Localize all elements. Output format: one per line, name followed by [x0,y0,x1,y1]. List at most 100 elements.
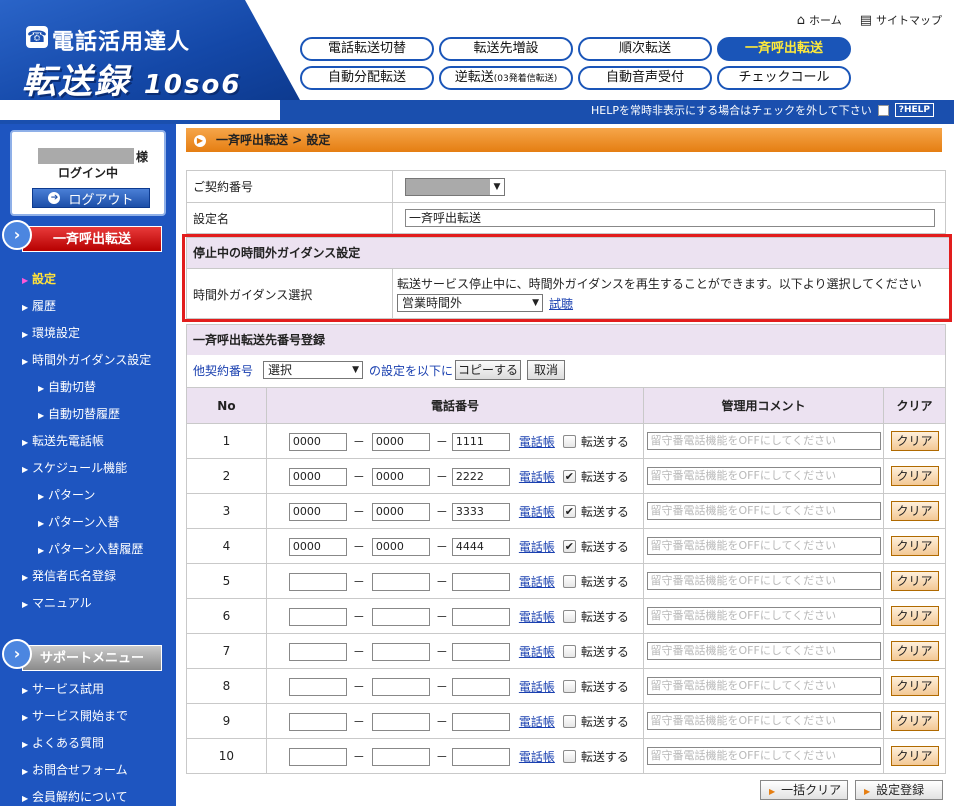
transfer-checkbox[interactable] [562,715,576,728]
sidebar-item[interactable]: ▶ サービス開始まで [22,703,176,730]
save-settings-button[interactable]: ▶ 設定登録 [855,780,943,800]
sidebar-item[interactable]: ▶ 環境設定 [22,320,176,347]
phone-part3-input[interactable] [451,748,510,766]
clear-row-button[interactable]: クリア [890,571,939,591]
sidebar-item[interactable]: ▶ お問合せフォーム [22,757,176,784]
sidebar-item[interactable]: ▶ マニュアル [22,590,176,617]
transfer-checkbox[interactable]: ✔ [562,505,576,518]
phone-part2-input[interactable] [371,573,430,591]
phonebook-link[interactable]: 電話帳 [519,503,555,520]
sidebar-item[interactable]: ▶ 履歴 [22,293,176,320]
phone-part2-input[interactable]: 0000 [371,433,430,451]
phone-part3-input[interactable]: 1111 [451,433,510,451]
transfer-checkbox[interactable]: ✔ [562,540,576,553]
clear-row-button[interactable]: クリア [890,746,939,766]
cancel-button[interactable]: 取消 [527,360,565,380]
comment-input[interactable]: 留守番電話機能をOFFにしてください [646,642,881,660]
comment-input[interactable]: 留守番電話機能をOFFにしてください [646,432,881,450]
help-checkbox[interactable] [877,104,889,116]
clear-row-button[interactable]: クリア [890,536,939,556]
clear-all-button[interactable]: ▶ 一括クリア [760,780,848,800]
phone-part3-input[interactable] [451,643,510,661]
phone-part1-input[interactable] [288,678,347,696]
sidebar-item[interactable]: ▶ スケジュール機能 [22,455,176,482]
phone-part3-input[interactable]: 2222 [451,468,510,486]
transfer-checkbox[interactable] [562,645,576,658]
phone-part3-input[interactable]: 4444 [451,538,510,556]
transfer-checkbox[interactable] [562,575,576,588]
comment-input[interactable]: 留守番電話機能をOFFにしてください [646,712,881,730]
sidebar-item[interactable]: ▶ 会員解約について [22,784,176,806]
logout-button[interactable]: ➔ ログアウト [32,188,150,208]
nav-button[interactable]: 転送先増設 [439,37,573,61]
contract-select[interactable]: ▼ [405,178,505,196]
phone-part1-input[interactable] [288,713,347,731]
sidebar-item[interactable]: ▶ パターン [22,482,176,509]
transfer-checkbox[interactable] [562,610,576,623]
phone-part1-input[interactable]: 0000 [288,433,347,451]
clear-row-button[interactable]: クリア [890,676,939,696]
transfer-checkbox[interactable]: ✔ [562,470,576,483]
phone-part2-input[interactable]: 0000 [371,538,430,556]
phone-part2-input[interactable]: 0000 [371,503,430,521]
sidebar-item[interactable]: ▶ 発信者氏名登録 [22,563,176,590]
phone-part1-input[interactable] [288,573,347,591]
clear-row-button[interactable]: クリア [890,641,939,661]
transfer-checkbox[interactable] [562,750,576,763]
phone-part2-input[interactable] [371,678,430,696]
comment-input[interactable]: 留守番電話機能をOFFにしてください [646,747,881,765]
sitemap-link[interactable]: ▤ サイトマップ [860,12,942,28]
phonebook-link[interactable]: 電話帳 [519,643,555,660]
phone-part1-input[interactable]: 0000 [288,468,347,486]
sidebar-item[interactable]: ▶ パターン入替 [22,509,176,536]
phonebook-link[interactable]: 電話帳 [519,748,555,765]
comment-input[interactable]: 留守番電話機能をOFFにしてください [646,607,881,625]
other-contract-select[interactable]: 選択 ▼ [263,361,363,379]
nav-button[interactable]: 自動分配転送 [300,66,434,90]
sidebar-item[interactable]: ▶ パターン入替履歴 [22,536,176,563]
logo[interactable]: ☎ 電話活用達人 転送録 10so6 [0,0,300,100]
sidebar-item[interactable]: ▶ サービス試用 [22,676,176,703]
phone-part2-input[interactable]: 0000 [371,468,430,486]
phone-part2-input[interactable] [371,713,430,731]
sidebar-item[interactable]: ▶ よくある質問 [22,730,176,757]
sidebar-item[interactable]: ▶ 時間外ガイダンス設定 [22,347,176,374]
clear-row-button[interactable]: クリア [890,501,939,521]
sidebar-item[interactable]: ▶ 転送先電話帳 [22,428,176,455]
phone-part2-input[interactable] [371,608,430,626]
clear-row-button[interactable]: クリア [890,466,939,486]
phone-part1-input[interactable] [288,748,347,766]
phonebook-link[interactable]: 電話帳 [519,468,555,485]
sidebar-item[interactable]: ▶ 自動切替履歴 [22,401,176,428]
transfer-checkbox[interactable] [562,680,576,693]
copy-button[interactable]: コピーする [455,360,521,380]
comment-input[interactable]: 留守番電話機能をOFFにしてください [646,537,881,555]
phonebook-link[interactable]: 電話帳 [519,433,555,450]
transfer-checkbox[interactable] [562,435,576,448]
comment-input[interactable]: 留守番電話機能をOFFにしてください [646,572,881,590]
clear-row-button[interactable]: クリア [890,606,939,626]
phone-part1-input[interactable]: 0000 [288,538,347,556]
phone-part3-input[interactable] [451,573,510,591]
clear-row-button[interactable]: クリア [890,431,939,451]
comment-input[interactable]: 留守番電話機能をOFFにしてください [646,467,881,485]
phone-part2-input[interactable] [371,748,430,766]
phone-part1-input[interactable] [288,643,347,661]
section-header-transfer[interactable]: 一斉呼出転送 › [0,220,176,256]
phone-part3-input[interactable]: 3333 [451,503,510,521]
setting-name-input[interactable]: 一斉呼出転送 [405,209,935,227]
home-link[interactable]: ⌂ ホーム [797,12,842,28]
phone-part2-input[interactable] [371,643,430,661]
comment-input[interactable]: 留守番電話機能をOFFにしてください [646,502,881,520]
phonebook-link[interactable]: 電話帳 [519,573,555,590]
nav-button[interactable]: 順次転送 [578,37,712,61]
phone-part1-input[interactable] [288,608,347,626]
nav-button[interactable]: 自動音声受付 [578,66,712,90]
comment-input[interactable]: 留守番電話機能をOFFにしてください [646,677,881,695]
phone-part1-input[interactable]: 0000 [288,503,347,521]
sidebar-item[interactable]: ▶ 自動切替 [22,374,176,401]
phone-part3-input[interactable] [451,678,510,696]
clear-row-button[interactable]: クリア [890,711,939,731]
sidebar-item[interactable]: ▶ 設定 [22,266,176,293]
phonebook-link[interactable]: 電話帳 [519,713,555,730]
